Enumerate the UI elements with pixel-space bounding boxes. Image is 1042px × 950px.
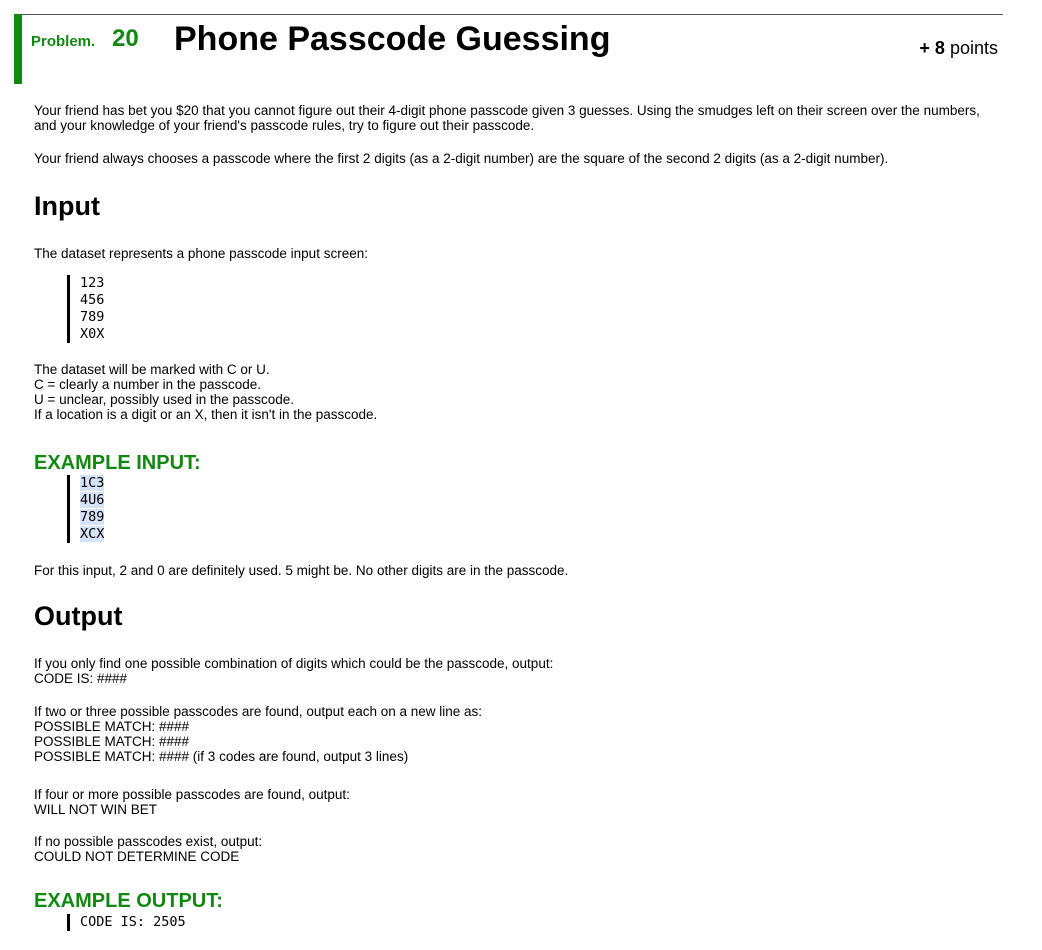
top-rule xyxy=(14,14,1003,15)
output-line: COULD NOT DETERMINE CODE xyxy=(34,849,240,864)
output-paragraph-2: If two or three possible passcodes are f… xyxy=(34,704,482,764)
example-input-note: For this input, 2 and 0 are definitely u… xyxy=(34,563,569,578)
output-heading: Output xyxy=(34,601,123,631)
input-heading: Input xyxy=(34,191,100,221)
output-line: If no possible passcodes exist, output: xyxy=(34,834,263,849)
example-input-line: 4U6 xyxy=(80,492,105,508)
points-suffix: points xyxy=(944,38,998,58)
accent-bar xyxy=(14,14,22,84)
input-description: The dataset represents a phone passcode … xyxy=(34,246,368,261)
keypad-line: 123 xyxy=(80,275,105,291)
example-output-line: CODE IS: 2505 xyxy=(80,914,186,930)
example-input-line: 789 xyxy=(80,509,105,525)
output-paragraph-4: If no possible passcodes exist, output: … xyxy=(34,834,262,864)
output-line: If two or three possible passcodes are f… xyxy=(34,704,483,719)
output-line: If four or more possible passcodes are f… xyxy=(34,787,350,802)
example-output-heading: EXAMPLE OUTPUT: xyxy=(34,890,223,912)
example-input-block: 1C3 4U6 789 XCX xyxy=(67,475,105,543)
output-line: POSSIBLE MATCH: #### (if 3 codes are fou… xyxy=(34,749,409,764)
points-value: + 8 xyxy=(919,38,945,58)
intro-paragraph-2: Your friend always chooses a passcode wh… xyxy=(34,151,889,166)
output-line: POSSIBLE MATCH: #### xyxy=(34,719,190,734)
example-input-line: XCX xyxy=(80,526,105,542)
problem-number: 20 xyxy=(112,25,139,52)
output-line: CODE IS: #### xyxy=(34,671,128,686)
keypad-line: X0X xyxy=(80,326,105,342)
page-title: Phone Passcode Guessing xyxy=(174,20,611,58)
rule-line: If a location is a digit or an X, then i… xyxy=(34,407,378,422)
output-paragraph-3: If four or more possible passcodes are f… xyxy=(34,787,350,817)
intro-paragraph-1: Your friend has bet you $20 that you can… xyxy=(34,103,980,133)
example-output-block: CODE IS: 2505 xyxy=(67,914,186,931)
keypad-line: 789 xyxy=(80,309,105,325)
example-input-heading: EXAMPLE INPUT: xyxy=(34,452,201,474)
output-paragraph-1: If you only find one possible combinatio… xyxy=(34,656,553,686)
problem-page: Problem. 20 Phone Passcode Guessing + 8 … xyxy=(0,0,1042,950)
example-input-line: 1C3 xyxy=(80,475,105,491)
points-badge: + 8 points xyxy=(919,38,998,58)
keypad-block: 123 456 789 X0X xyxy=(67,275,104,343)
output-line: WILL NOT WIN BET xyxy=(34,802,158,817)
rule-line: C = clearly a number in the passcode. xyxy=(34,377,261,392)
output-line: POSSIBLE MATCH: #### xyxy=(34,734,190,749)
problem-label: Problem. xyxy=(31,33,96,50)
output-line: If you only find one possible combinatio… xyxy=(34,656,554,671)
rule-line: U = unclear, possibly used in the passco… xyxy=(34,392,295,407)
keypad-line: 456 xyxy=(80,292,105,308)
rule-line: The dataset will be marked with C or U. xyxy=(34,362,270,377)
input-rules: The dataset will be marked with C or U. … xyxy=(34,362,377,422)
